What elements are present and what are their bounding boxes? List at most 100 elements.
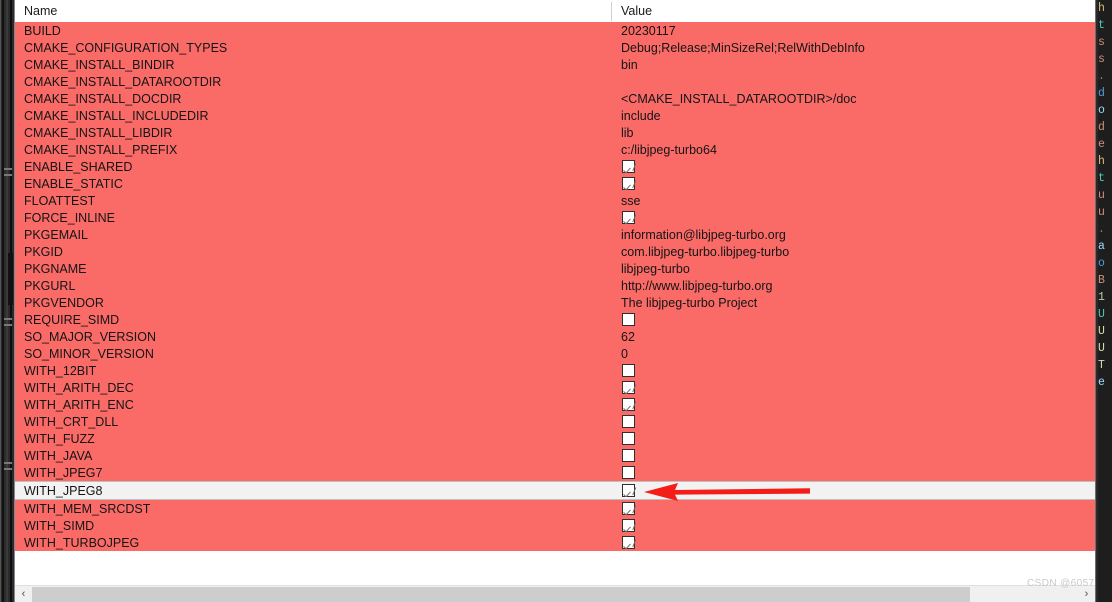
table-row[interactable]: PKGURL http://www.libjpeg-turbo.org (15, 277, 1095, 294)
cache-variable-name: WITH_JAVA (24, 448, 93, 463)
cache-variable-value[interactable]: include (612, 109, 1095, 123)
cache-variable-value[interactable]: lib (612, 126, 1095, 140)
value-text: The libjpeg-turbo Project (621, 295, 758, 310)
table-row[interactable]: CMAKE_CONFIGURATION_TYPES Debug;Release;M… (15, 39, 1095, 56)
code-editor-sliver[interactable]: htss.dodehtuu.aoB1UUUTe (1096, 0, 1112, 602)
checkbox-checked-icon[interactable] (622, 177, 635, 190)
table-row[interactable]: REQUIRE_SIMD (15, 311, 1095, 328)
cache-variable-value[interactable] (612, 177, 1095, 190)
cache-variable-value[interactable] (612, 160, 1095, 173)
table-row[interactable]: WITH_FUZZ (15, 430, 1095, 447)
table-row[interactable]: PKGNAME libjpeg-turbo (15, 260, 1095, 277)
column-header-value[interactable]: Value (612, 0, 1095, 22)
checkbox-checked-icon[interactable] (622, 398, 635, 411)
cache-variable-value[interactable]: 62 (612, 330, 1095, 344)
cache-variable-value[interactable] (612, 415, 1095, 428)
table-row[interactable]: WITH_CRT_DLL (15, 413, 1095, 430)
table-row[interactable]: CMAKE_INSTALL_INCLUDEDIR include (15, 107, 1095, 124)
table-row[interactable]: WITH_SIMD (15, 517, 1095, 534)
cache-variable-value[interactable]: c:/libjpeg-turbo64 (612, 143, 1095, 157)
value-text: <CMAKE_INSTALL_DATAROOTDIR>/doc (621, 91, 857, 106)
cache-variable-name: WITH_12BIT (24, 363, 97, 378)
checkbox-unchecked-icon[interactable] (622, 432, 635, 445)
cache-variable-value[interactable] (612, 432, 1095, 445)
cache-variable-value[interactable] (612, 484, 1095, 497)
table-row[interactable]: FORCE_INLINE (15, 209, 1095, 226)
checkbox-checked-icon[interactable] (622, 536, 635, 549)
cache-variable-value[interactable] (612, 381, 1095, 394)
table-row[interactable]: FLOATTEST sse (15, 192, 1095, 209)
value-text: com.libjpeg-turbo.libjpeg-turbo (621, 244, 790, 259)
table-row[interactable]: WITH_JAVA (15, 447, 1095, 464)
cache-variable-value[interactable] (612, 364, 1095, 377)
horizontal-scrollbar-track[interactable] (32, 586, 1078, 602)
checkbox-checked-icon[interactable] (622, 211, 635, 224)
value-text: information@libjpeg-turbo.org (621, 227, 786, 242)
table-row[interactable]: WITH_MEM_SRCDST (15, 500, 1095, 517)
cache-variable-value[interactable] (612, 313, 1095, 326)
cache-variable-value[interactable]: libjpeg-turbo (612, 262, 1095, 276)
cache-variable-value[interactable]: sse (612, 194, 1095, 208)
table-row[interactable]: ENABLE_STATIC (15, 175, 1095, 192)
vertical-scrollbar-thumb[interactable] (8, 253, 13, 305)
cache-variable-value[interactable]: Debug;Release;MinSizeRel;RelWithDebInfo (612, 41, 1095, 55)
value-text: sse (621, 193, 641, 208)
cache-variable-value[interactable]: information@libjpeg-turbo.org (612, 228, 1095, 242)
scroll-left-arrow-icon[interactable]: ‹ (15, 585, 32, 602)
table-row[interactable]: WITH_TURBOJPEG (15, 534, 1095, 551)
cache-variable-value[interactable] (612, 519, 1095, 532)
cache-variable-value[interactable]: com.libjpeg-turbo.libjpeg-turbo (612, 245, 1095, 259)
table-row[interactable]: PKGID com.libjpeg-turbo.libjpeg-turbo (15, 243, 1095, 260)
column-header-name[interactable]: Name (15, 0, 612, 22)
table-row[interactable]: BUILD 20230117 (15, 22, 1095, 39)
checkbox-checked-icon[interactable] (622, 381, 635, 394)
checkbox-unchecked-icon[interactable] (622, 364, 635, 377)
table-body[interactable]: BUILD 20230117 CMAKE_CONFIGURATION_TYPES De… (15, 22, 1095, 562)
table-row[interactable]: WITH_12BIT (15, 362, 1095, 379)
cache-variable-name: CMAKE_INSTALL_DATAROOTDIR (24, 74, 222, 89)
checkbox-checked-icon[interactable] (622, 502, 635, 515)
cache-variable-value[interactable] (612, 398, 1095, 411)
horizontal-scrollbar[interactable]: ‹ › (15, 585, 1095, 602)
checkbox-checked-icon[interactable] (622, 519, 635, 532)
cache-variable-value[interactable] (612, 466, 1095, 479)
cache-variable-value[interactable] (612, 211, 1095, 224)
checkbox-unchecked-icon[interactable] (622, 466, 635, 479)
table-empty-space (15, 562, 1095, 585)
cache-variable-value[interactable]: The libjpeg-turbo Project (612, 296, 1095, 310)
cache-variable-value[interactable]: bin (612, 58, 1095, 72)
cache-variable-name: CMAKE_CONFIGURATION_TYPES (24, 40, 228, 55)
code-line: o (1098, 104, 1105, 117)
checkbox-unchecked-icon[interactable] (622, 313, 635, 326)
table-row[interactable]: ENABLE_SHARED (15, 158, 1095, 175)
table-row[interactable]: WITH_ARITH_DEC (15, 379, 1095, 396)
code-line: B (1098, 274, 1105, 287)
table-row[interactable]: PKGVENDOR The libjpeg-turbo Project (15, 294, 1095, 311)
table-row[interactable]: WITH_JPEG8 (15, 481, 1095, 500)
checkbox-unchecked-icon[interactable] (622, 449, 635, 462)
table-row[interactable]: SO_MAJOR_VERSION 62 (15, 328, 1095, 345)
cache-variable-value[interactable] (612, 536, 1095, 549)
checkbox-checked-icon[interactable] (622, 484, 635, 497)
table-row[interactable]: CMAKE_INSTALL_DATAROOTDIR (15, 73, 1095, 90)
frame-tick (4, 168, 12, 170)
table-row[interactable]: PKGEMAIL information@libjpeg-turbo.org (15, 226, 1095, 243)
table-row[interactable]: WITH_JPEG7 (15, 464, 1095, 481)
cache-variable-value[interactable]: http://www.libjpeg-turbo.org (612, 279, 1095, 293)
horizontal-scrollbar-thumb[interactable] (32, 586, 970, 602)
checkbox-checked-icon[interactable] (622, 160, 635, 173)
table-row[interactable]: SO_MINOR_VERSION 0 (15, 345, 1095, 362)
table-row[interactable]: CMAKE_INSTALL_PREFIX c:/libjpeg-turbo64 (15, 141, 1095, 158)
table-row[interactable]: WITH_ARITH_ENC (15, 396, 1095, 413)
cache-variable-value[interactable] (612, 502, 1095, 515)
table-row[interactable]: CMAKE_INSTALL_DOCDIR <CMAKE_INSTALL_DATAR… (15, 90, 1095, 107)
checkbox-unchecked-icon[interactable] (622, 415, 635, 428)
table-row[interactable]: CMAKE_INSTALL_LIBDIR lib (15, 124, 1095, 141)
cache-variable-value[interactable]: 20230117 (612, 24, 1095, 38)
table-row[interactable]: CMAKE_INSTALL_BINDIR bin (15, 56, 1095, 73)
frame-tick (4, 174, 12, 176)
cache-variable-value[interactable] (612, 449, 1095, 462)
cache-variable-name: WITH_SIMD (24, 518, 95, 533)
cache-variable-value[interactable]: 0 (612, 347, 1095, 361)
cache-variable-value[interactable]: <CMAKE_INSTALL_DATAROOTDIR>/doc (612, 92, 1095, 106)
